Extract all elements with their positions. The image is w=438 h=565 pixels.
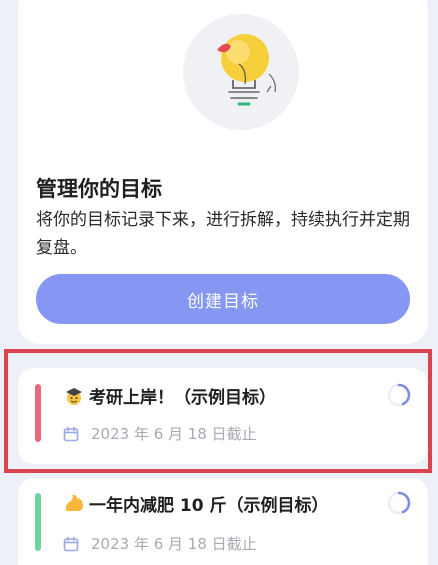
goal-title-text: 考研上岸！（示例目标） — [89, 388, 276, 408]
calendar-icon — [63, 426, 79, 441]
flexed-biceps-emoji-icon — [65, 494, 83, 511]
intro-description: 将你的目标记录下来，进行拆解，持续执行并定期复盘。 — [36, 210, 410, 258]
goal-card[interactable]: 一年内减肥 10 斤（示例目标） 2023 年 6 月 18 日截止 — [18, 478, 428, 565]
goal-title: 一年内减肥 10 斤（示例目标） — [63, 491, 329, 516]
hero-illustration — [183, 14, 299, 130]
create-goal-button[interactable]: 创建目标 — [36, 274, 410, 324]
progress-ring-icon — [387, 491, 411, 515]
goal-deadline: 2023 年 6 月 18 日截止 — [63, 533, 257, 554]
progress-ring-icon — [387, 383, 411, 407]
goal-color-bar — [35, 493, 41, 551]
lightbulb-icon — [217, 34, 276, 106]
goal-deadline-text: 2023 年 6 月 18 日截止 — [91, 425, 257, 443]
goal-color-bar — [35, 384, 41, 442]
calendar-icon — [63, 536, 79, 551]
goal-card[interactable]: 考研上岸！（示例目标） 2023 年 6 月 18 日截止 — [18, 368, 428, 464]
goal-title-text: 一年内减肥 10 斤（示例目标） — [89, 496, 329, 516]
page-title: 管理你的目标 — [36, 177, 162, 201]
graduation-emoji-icon — [66, 387, 82, 405]
goal-title: 考研上岸！（示例目标） — [63, 383, 276, 408]
goal-deadline-text: 2023 年 6 月 18 日截止 — [91, 535, 257, 553]
goal-deadline: 2023 年 6 月 18 日截止 — [63, 423, 257, 444]
